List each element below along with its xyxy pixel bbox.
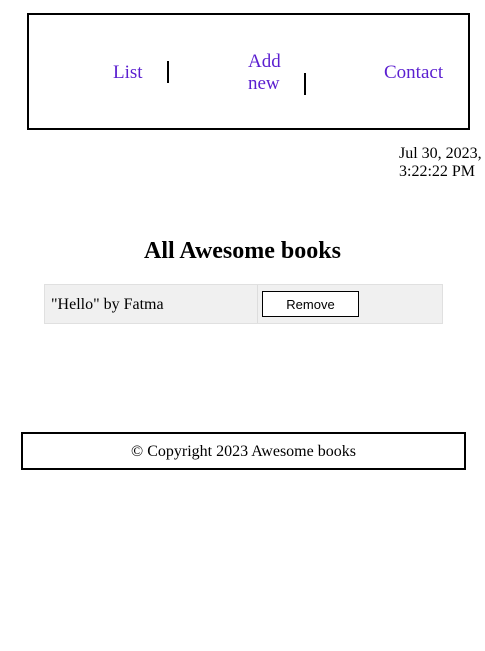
nav-link-list[interactable]: List [113,62,143,84]
nav-divider [167,61,169,83]
current-datetime: Jul 30, 2023, 3:22:22 PM [399,145,485,181]
nav-link-add-new[interactable]: Add new [248,51,288,95]
current-date: Jul 30, 2023, [399,145,482,162]
footer: © Copyright 2023 Awesome books [21,432,466,470]
copyright-text: © Copyright 2023 Awesome books [131,443,356,460]
remove-book-button[interactable]: Remove [262,291,359,317]
page-title: All Awesome books [144,238,341,264]
nav-link-contact[interactable]: Contact [384,62,443,84]
row-divider [257,285,258,323]
nav-divider [304,73,306,95]
current-time: 3:22:22 PM [399,163,476,180]
book-title-author: "Hello" by Fatma [51,296,164,313]
book-list-item: "Hello" by Fatma Remove [44,284,443,324]
navigation-bar: List Add new Contact [27,13,470,130]
